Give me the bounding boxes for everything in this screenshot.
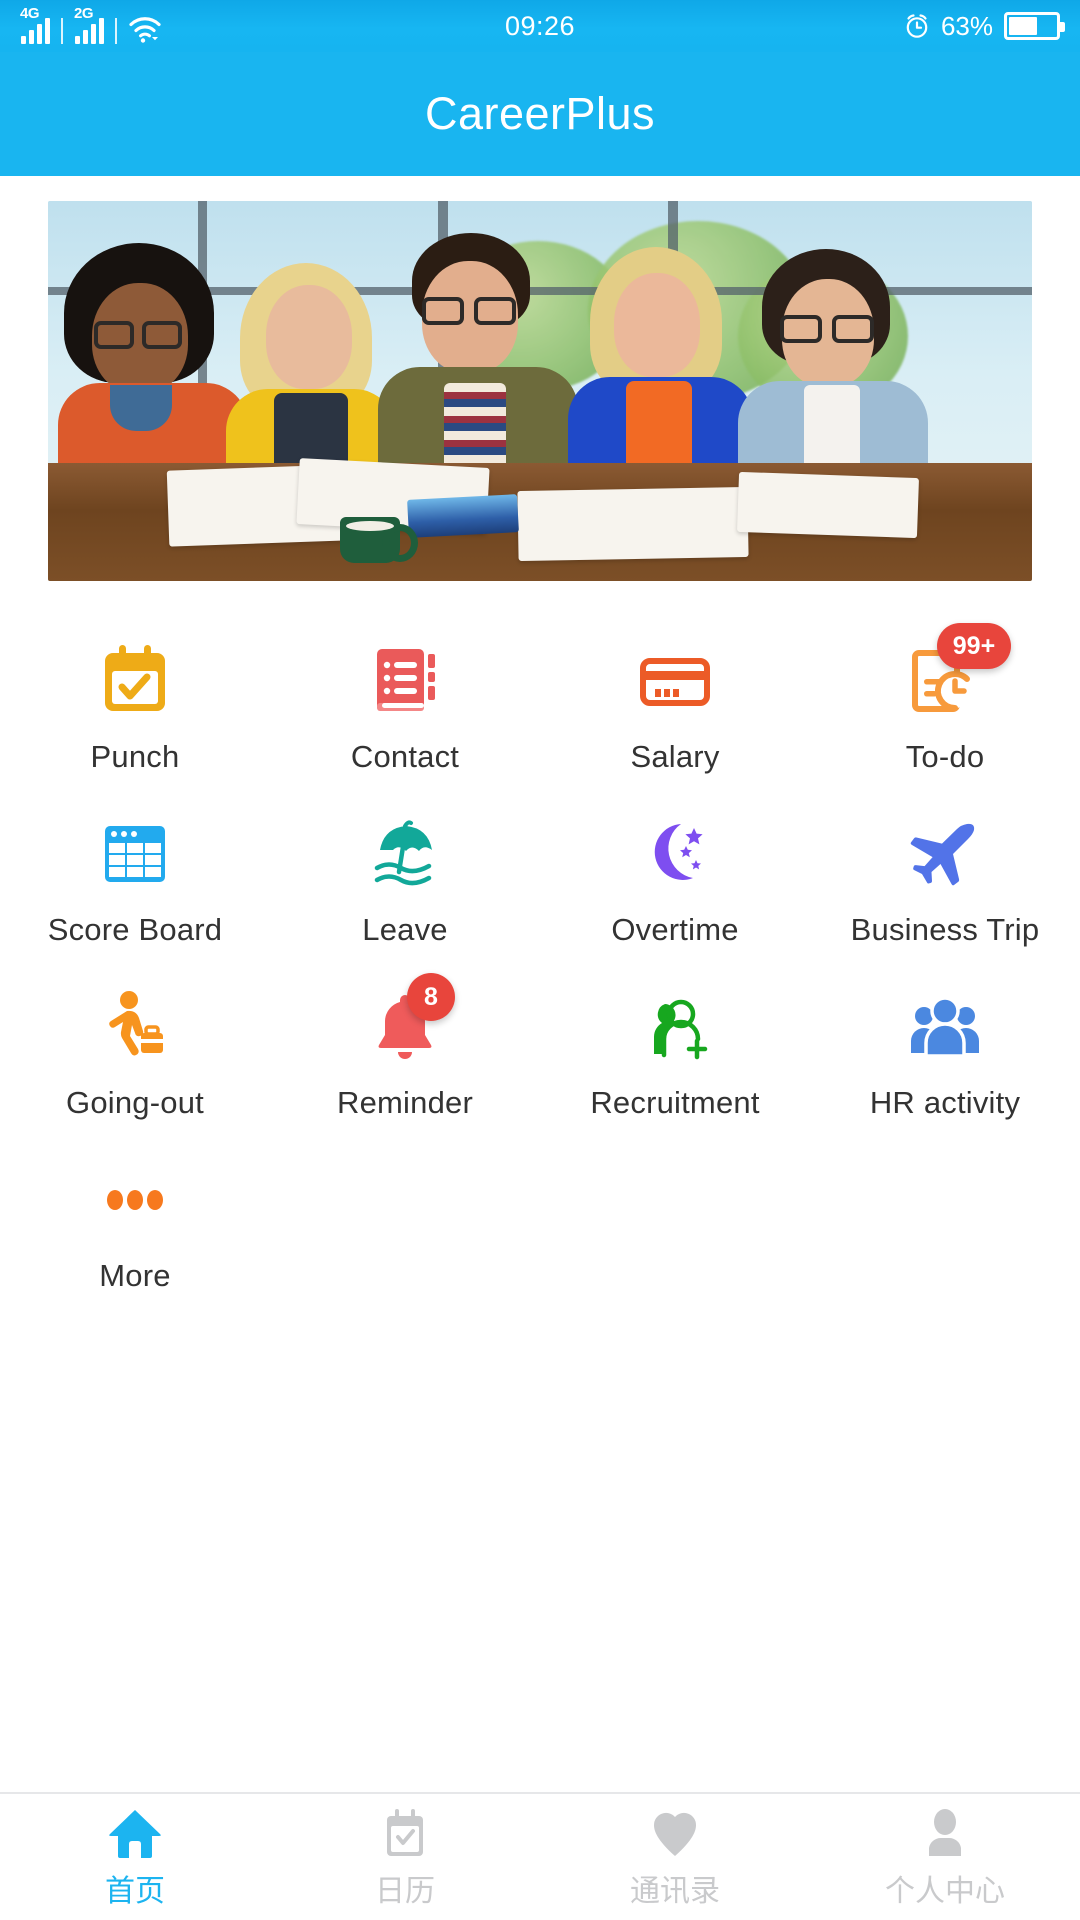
moon-stars-icon xyxy=(631,810,719,898)
grid-spacer xyxy=(270,1148,540,1321)
status-badge: 8 xyxy=(407,973,455,1021)
status-badge: 99+ xyxy=(937,623,1011,669)
grid-item-more[interactable]: More xyxy=(0,1148,270,1321)
grid-spacer xyxy=(540,1148,810,1321)
status-bar: 4G 2G 09:26 63% xyxy=(0,0,1080,52)
grid-spacer xyxy=(810,1148,1080,1321)
add-person-icon xyxy=(631,983,719,1071)
grid-item-label: More xyxy=(99,1258,171,1293)
grid-item-leave[interactable]: Leave xyxy=(270,802,540,975)
grid-item-reminder[interactable]: 8 Reminder xyxy=(270,973,540,1148)
grid-item-label: Score Board xyxy=(47,912,223,947)
grid-item-score-board[interactable]: Score Board xyxy=(0,802,270,975)
grid-item-salary[interactable]: Salary xyxy=(540,629,810,802)
walking-traveler-icon xyxy=(91,983,179,1071)
tab-contacts[interactable]: 通讯录 xyxy=(540,1794,810,1920)
banner-container xyxy=(0,176,1080,581)
battery-percent-label: 63% xyxy=(940,10,993,41)
bottom-tab-bar: 首页 日历 通讯录 个人中心 xyxy=(0,1792,1080,1920)
calendar-check-icon xyxy=(91,637,179,725)
feature-grid: Punch Contact Salary 99+ To-do Score Boa… xyxy=(0,581,1080,1321)
ellipsis-icon xyxy=(91,1156,179,1244)
grid-item-label: Contact xyxy=(350,739,460,774)
credit-card-icon xyxy=(631,637,719,725)
grid-item-label: Salary xyxy=(630,739,720,774)
signal-strength-primary-icon: 4G xyxy=(20,5,50,44)
status-bar-left: 4G 2G xyxy=(20,5,162,44)
home-icon xyxy=(106,1804,164,1862)
table-grid-icon xyxy=(91,810,179,898)
grid-item-label: Reminder xyxy=(337,1085,473,1120)
airplane-icon xyxy=(901,810,989,898)
wifi-icon xyxy=(128,14,162,44)
grid-item-business-trip[interactable]: Business Trip xyxy=(810,802,1080,975)
address-book-icon xyxy=(361,637,449,725)
tab-label: 首页 xyxy=(105,1875,165,1908)
bell-icon: 8 xyxy=(361,973,455,1071)
tab-profile[interactable]: 个人中心 xyxy=(810,1794,1080,1920)
status-bar-right: 63% xyxy=(904,10,1065,42)
calendar-icon xyxy=(376,1804,434,1862)
grid-item-label: Punch xyxy=(90,739,180,774)
grid-item-hr-activity[interactable]: HR activity xyxy=(810,975,1080,1148)
grid-item-label: HR activity xyxy=(869,1085,1021,1120)
beach-umbrella-icon xyxy=(361,810,449,898)
signal-strength-secondary-icon: 2G xyxy=(74,5,104,44)
app-header: CareerPlus xyxy=(0,52,1080,176)
grid-item-label: Recruitment xyxy=(590,1085,760,1120)
grid-item-punch[interactable]: Punch xyxy=(0,629,270,802)
grid-item-label: Leave xyxy=(362,912,448,947)
alarm-clock-icon xyxy=(904,13,930,39)
tab-label: 日历 xyxy=(375,1875,435,1908)
document-clock-icon: 99+ xyxy=(901,623,1011,725)
grid-item-recruitment[interactable]: Recruitment xyxy=(540,975,810,1148)
battery-icon xyxy=(1004,12,1065,40)
people-group-icon xyxy=(901,983,989,1071)
grid-item-label: Overtime xyxy=(611,912,739,947)
grid-item-label: Business Trip xyxy=(850,912,1040,947)
grid-item-label: To-do xyxy=(905,739,985,774)
grid-item-contact[interactable]: Contact xyxy=(270,629,540,802)
tab-calendar[interactable]: 日历 xyxy=(270,1794,540,1920)
banner-mug xyxy=(340,517,418,563)
signal-divider xyxy=(61,18,63,44)
user-profile-icon xyxy=(916,1804,974,1862)
grid-item-overtime[interactable]: Overtime xyxy=(540,802,810,975)
tab-label: 通讯录 xyxy=(630,1875,720,1908)
network-type-secondary-label: 2G xyxy=(74,5,94,22)
hero-banner-image[interactable] xyxy=(48,201,1032,581)
signal-divider-2 xyxy=(115,18,117,44)
grid-item-todo[interactable]: 99+ To-do xyxy=(810,623,1080,802)
tab-label: 个人中心 xyxy=(885,1875,1005,1908)
banner-book xyxy=(407,494,519,538)
network-type-primary-label: 4G xyxy=(20,5,40,22)
tab-home[interactable]: 首页 xyxy=(0,1794,270,1920)
battery-fill xyxy=(1009,17,1037,35)
grid-item-label: Going-out xyxy=(66,1085,204,1120)
grid-item-going-out[interactable]: Going-out xyxy=(0,975,270,1148)
heart-icon xyxy=(646,1804,704,1862)
page-title: CareerPlus xyxy=(424,88,656,139)
